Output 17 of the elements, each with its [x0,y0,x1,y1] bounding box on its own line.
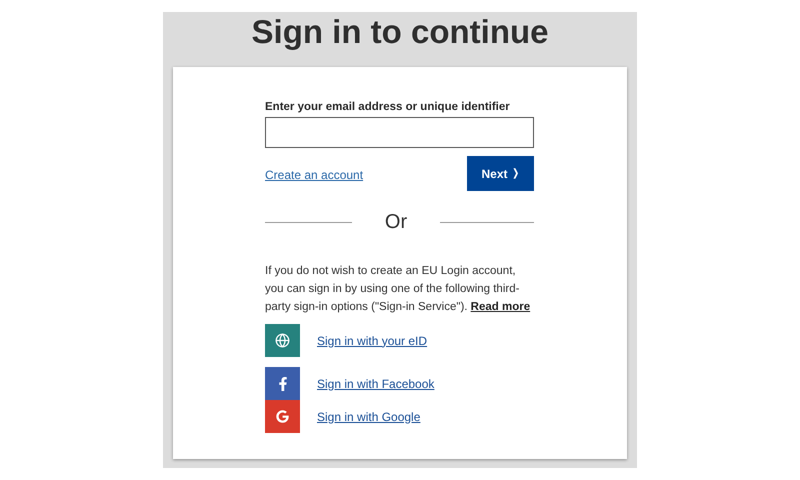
provider-tile[interactable] [265,400,300,433]
provider-tile[interactable] [265,324,300,357]
globe-icon [275,333,290,348]
provider-tile[interactable] [265,367,300,400]
next-button[interactable]: Next ❭ [467,156,534,191]
create-account-link[interactable]: Create an account [265,166,364,184]
chevron-icon: ❭ [512,166,520,181]
provider-link[interactable]: Sign in with Google [317,408,420,426]
field-label: Enter your email address or unique identifier [265,100,511,114]
page-title: Sign in to continue [252,12,548,52]
provider-link[interactable]: Sign in with Facebook [317,374,434,392]
info-paragraph: If you do not wish to create an EU Login account, you can sign in by using one of the following third-party sign-in options ("Sign-in Service"). Read more [265,264,532,315]
or-separator: Or [384,210,408,235]
email-field[interactable] [265,117,534,148]
google-icon [276,410,289,423]
read-more-link[interactable]: Read more [470,301,530,313]
provider-link[interactable]: Sign in with your eID [317,332,428,350]
